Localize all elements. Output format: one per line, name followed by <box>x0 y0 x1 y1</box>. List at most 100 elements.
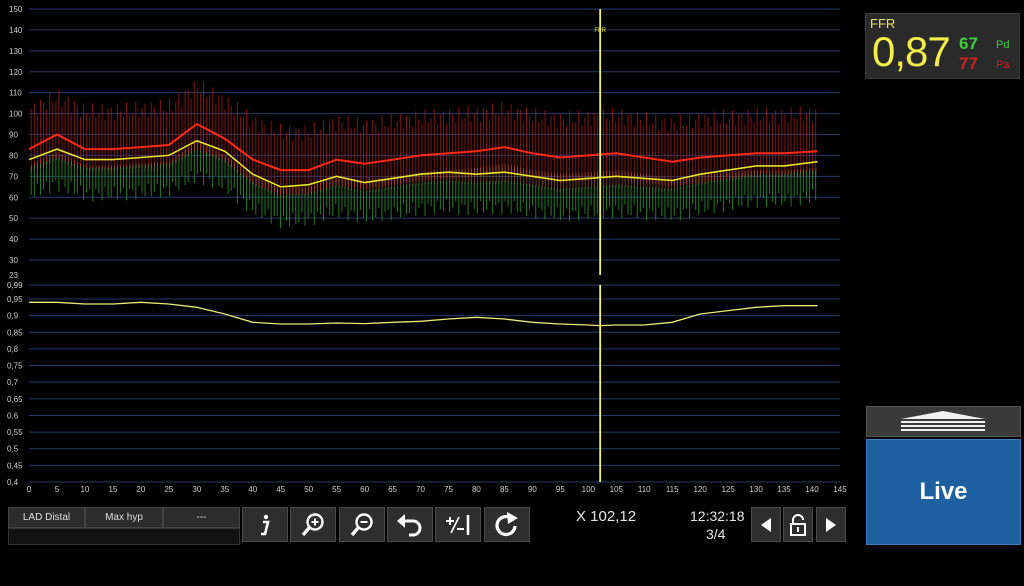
triangle-right-icon <box>826 517 836 532</box>
y-tick-label: 80 <box>9 151 18 160</box>
y-tick-label: 120 <box>9 68 23 77</box>
previous-button[interactable] <box>751 507 781 542</box>
x-tick-label: 70 <box>416 485 425 494</box>
x-tick-label: 25 <box>164 485 173 494</box>
zoom-out-button[interactable] <box>339 507 385 542</box>
y-tick-label: 130 <box>9 47 23 56</box>
y-tick-label: 0,7 <box>7 378 19 387</box>
y-tick-label: 100 <box>9 110 23 119</box>
y-tick-label: 0,65 <box>7 395 23 404</box>
info-icon <box>261 514 270 535</box>
x-tick-label: 65 <box>388 485 397 494</box>
plus-minus-icon <box>446 514 470 535</box>
live-button[interactable]: Live <box>866 439 1021 545</box>
x-tick-label: 125 <box>721 485 735 494</box>
y-tick-label: 0,8 <box>7 345 19 354</box>
time-x-axis: 0 5 10 15 20 25 30 35 40 45 50 55 60 65 70 75 80 85 90 95 10… <box>27 485 847 494</box>
triangle-left-icon <box>761 517 771 532</box>
ffr-readout-panel: FFR 0,87 67 Pd 77 Pa <box>865 13 1020 79</box>
y-tick-label: 140 <box>9 26 23 35</box>
info-button[interactable] <box>242 507 288 542</box>
x-tick-label: 115 <box>666 485 679 494</box>
expand-panel-button[interactable] <box>866 406 1021 437</box>
zoom-in-icon <box>301 512 324 536</box>
y-tick-label: 0,55 <box>7 428 23 437</box>
ffr-cursor[interactable]: FFR <box>594 9 607 482</box>
x-tick-label: 90 <box>528 485 537 494</box>
x-tick-label: 5 <box>55 485 60 494</box>
next-button[interactable] <box>816 507 846 542</box>
lock-button[interactable] <box>783 507 813 542</box>
x-tick-label: 15 <box>108 485 117 494</box>
x-tick-label: 140 <box>805 485 819 494</box>
y-tick-label: 0,75 <box>7 362 23 371</box>
pressure-y-axis: 150 140 130 120 110 100 90 80 70 60 50 40 30 23 <box>9 5 23 280</box>
undo-icon <box>397 513 422 536</box>
x-tick-label: 75 <box>444 485 453 494</box>
label-edit-field[interactable] <box>8 528 240 545</box>
y-tick-label: 0,99 <box>7 281 23 290</box>
y-tick-label: 0,45 <box>7 461 23 470</box>
expand-up-icon <box>901 411 985 431</box>
y-tick-label: 30 <box>9 256 18 265</box>
x-tick-label: 35 <box>220 485 229 494</box>
x-tick-label: 130 <box>749 485 763 494</box>
x-tick-label: 40 <box>248 485 257 494</box>
x-tick-label: 120 <box>693 485 707 494</box>
x-tick-label: 20 <box>136 485 145 494</box>
y-tick-label: 90 <box>9 131 18 140</box>
x-tick-label: 95 <box>556 485 565 494</box>
y-tick-label: 0,6 <box>7 411 19 420</box>
x-tick-label: 10 <box>80 485 89 494</box>
page-indicator: 3/4 <box>706 526 726 542</box>
vessel-label[interactable]: LAD Distal <box>8 507 85 528</box>
x-tick-label: 105 <box>610 485 624 494</box>
unlock-icon <box>790 513 806 536</box>
empty-label[interactable]: --- <box>163 507 240 528</box>
pd-label: Pd <box>996 39 1010 51</box>
y-tick-label: 0,5 <box>7 445 19 454</box>
zoom-in-button[interactable] <box>290 507 336 542</box>
zoom-out-icon <box>350 512 373 536</box>
x-tick-label: 145 <box>833 485 847 494</box>
ffr-value: 0,87 <box>872 28 951 75</box>
x-tick-label: 50 <box>304 485 313 494</box>
pa-value: 77 <box>959 54 978 73</box>
y-tick-label: 0,9 <box>7 312 19 321</box>
y-tick-label: 23 <box>9 271 18 280</box>
y-tick-label: 150 <box>9 5 23 14</box>
x-tick-label: 85 <box>500 485 509 494</box>
x-tick-label: 80 <box>472 485 481 494</box>
x-tick-label: 135 <box>777 485 791 494</box>
y-tick-label: 0,95 <box>7 295 23 304</box>
y-tick-label: 110 <box>9 89 22 98</box>
ratio-chart-grid <box>29 284 840 483</box>
x-tick-label: 45 <box>276 485 285 494</box>
undo-button[interactable] <box>387 507 433 542</box>
pressure-charts[interactable]: 1501401301201101009080706050403023 0,990… <box>0 0 860 500</box>
y-tick-label: 0,4 <box>7 478 19 487</box>
x-tick-label: 110 <box>638 485 651 494</box>
plus-minus-button[interactable] <box>435 507 481 542</box>
y-tick-label: 50 <box>9 214 18 223</box>
x-tick-label: 55 <box>332 485 341 494</box>
cursor-readout: X 102,12 <box>576 508 637 525</box>
pd-value: 67 <box>959 34 978 53</box>
condition-label[interactable]: Max hyp <box>85 507 163 528</box>
y-tick-label: 40 <box>9 235 18 244</box>
pd-pa-ratio-line <box>29 301 818 327</box>
y-tick-label: 0,85 <box>7 328 23 337</box>
ratio-series <box>29 301 818 327</box>
y-tick-label: 60 <box>9 193 18 202</box>
x-tick-label: 0 <box>27 485 32 494</box>
redo-button[interactable] <box>484 507 530 542</box>
pa-mean-line <box>28 122 818 172</box>
x-tick-label: 30 <box>192 485 201 494</box>
y-tick-label: 70 <box>9 172 18 181</box>
pa-label: Pa <box>996 59 1010 71</box>
x-tick-label: 60 <box>360 485 369 494</box>
x-tick-label: 100 <box>582 485 596 494</box>
cursor-marker-label: FFR <box>594 28 606 34</box>
ratio-y-axis: 0,99 0,95 0,9 0,85 0,8 0,75 0,7 0,65 0,6 0,55 0,5 0… <box>7 281 23 487</box>
clock-time: 12:32:18 <box>690 508 745 524</box>
